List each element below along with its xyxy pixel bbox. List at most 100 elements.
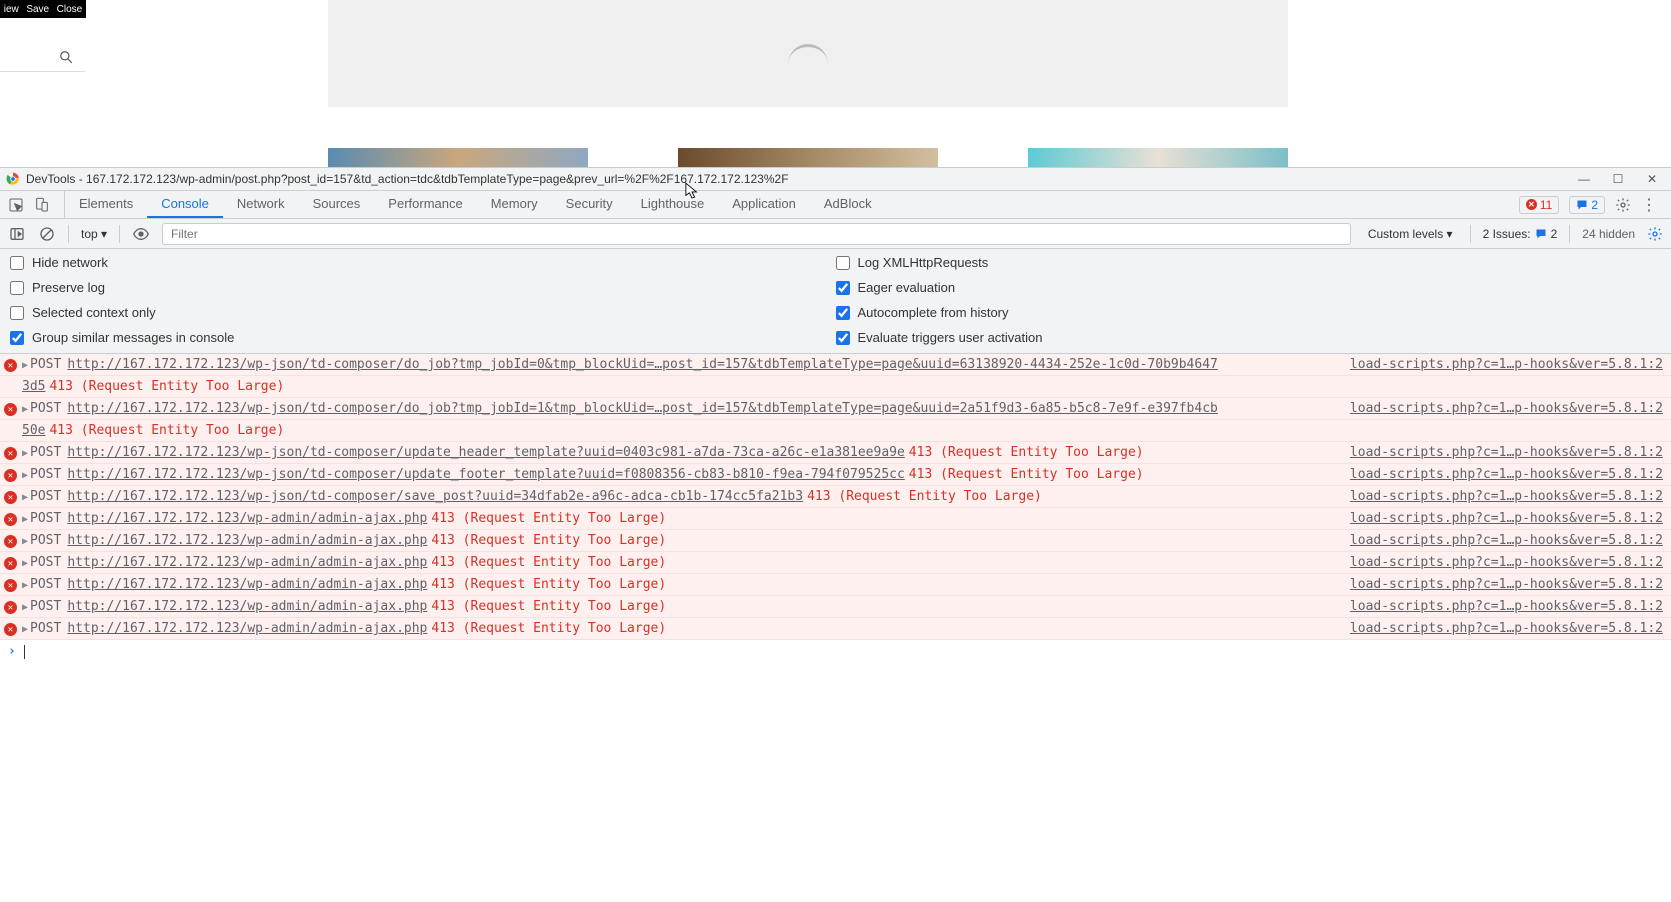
tab-sources[interactable]: Sources [299,191,375,218]
tab-memory[interactable]: Memory [477,191,552,218]
request-url[interactable]: 50e [22,423,45,438]
source-link[interactable]: load-scripts.php?c=1…p-hooks&ver=5.8.1:2 [1340,401,1663,416]
issue-count-badge[interactable]: 2 [1569,196,1605,214]
more-options-icon[interactable]: ⋮ [1641,195,1657,215]
option-checkbox[interactable] [10,306,24,320]
expand-icon[interactable]: ▶ [22,448,28,459]
request-url[interactable]: http://167.172.172.123/wp-json/td-compos… [67,401,1218,416]
option-checkbox[interactable] [10,256,24,270]
expand-icon[interactable]: ▶ [22,624,28,635]
source-link[interactable]: load-scripts.php?c=1…p-hooks&ver=5.8.1:2 [1340,357,1663,372]
editor-view-button[interactable]: iew [4,4,19,15]
source-link[interactable]: load-scripts.php?c=1…p-hooks&ver=5.8.1:2 [1340,445,1663,460]
expand-icon[interactable]: ▶ [22,360,28,371]
source-link[interactable]: load-scripts.php?c=1…p-hooks&ver=5.8.1:2 [1340,621,1663,636]
live-expression-icon[interactable] [132,225,150,243]
error-icon: ✕ [4,469,17,482]
option-hide-network[interactable]: Hide network [10,255,836,270]
tab-adblock[interactable]: AdBlock [810,191,886,218]
console-error-row[interactable]: ✕▶POSThttp://167.172.172.123/wp-admin/ad… [0,530,1671,552]
expand-icon[interactable]: ▶ [22,558,28,569]
log-levels-selector[interactable]: Custom levels ▾ [1363,224,1458,244]
tab-elements[interactable]: Elements [65,191,147,218]
request-url[interactable]: http://167.172.172.123/wp-admin/admin-aj… [67,533,427,548]
inspect-element-icon[interactable] [8,197,24,213]
console-error-row[interactable]: ✕▶POSThttp://167.172.172.123/wp-json/td-… [0,398,1671,420]
option-eager-evaluation[interactable]: Eager evaluation [836,280,1662,295]
option-preserve-log[interactable]: Preserve log [10,280,836,295]
execution-context-selector[interactable]: top ▾ [81,227,107,241]
request-url[interactable]: http://167.172.172.123/wp-admin/admin-aj… [67,621,427,636]
console-error-row[interactable]: ✕▶POSThttp://167.172.172.123/wp-admin/ad… [0,574,1671,596]
option-checkbox[interactable] [836,281,850,295]
console-error-row[interactable]: ✕▶POSThttp://167.172.172.123/wp-json/td-… [0,486,1671,508]
option-group-similar-messages-in-console[interactable]: Group similar messages in console [10,330,836,345]
console-settings-icon[interactable] [1647,226,1663,242]
console-error-row[interactable]: ✕▶POSThttp://167.172.172.123/wp-admin/ad… [0,618,1671,640]
request-url[interactable]: http://167.172.172.123/wp-json/td-compos… [67,467,904,482]
tab-network[interactable]: Network [223,191,299,218]
tab-application[interactable]: Application [718,191,810,218]
console-prompt[interactable]: › [0,640,1671,663]
console-error-row[interactable]: ✕▶POSThttp://167.172.172.123/wp-json/td-… [0,464,1671,486]
device-toolbar-icon[interactable] [34,197,50,213]
console-error-row[interactable]: ✕▶POSThttp://167.172.172.123/wp-json/td-… [0,354,1671,376]
request-url[interactable]: http://167.172.172.123/wp-admin/admin-aj… [67,577,427,592]
source-link[interactable]: load-scripts.php?c=1…p-hooks&ver=5.8.1:2 [1340,555,1663,570]
option-checkbox[interactable] [836,256,850,270]
expand-icon[interactable]: ▶ [22,602,28,613]
clear-console-icon[interactable] [38,225,56,243]
editor-save-button[interactable]: Save [26,4,49,15]
editor-close-button[interactable]: Close [57,4,83,15]
source-link[interactable]: load-scripts.php?c=1…p-hooks&ver=5.8.1:2 [1340,577,1663,592]
request-url[interactable]: http://167.172.172.123/wp-json/td-compos… [67,357,1218,372]
thumbnail[interactable] [328,148,588,167]
hidden-count[interactable]: 24 hidden [1582,227,1635,241]
source-link[interactable]: load-scripts.php?c=1…p-hooks&ver=5.8.1:2 [1340,511,1663,526]
search-icon [59,50,73,64]
expand-icon[interactable]: ▶ [22,514,28,525]
close-button[interactable]: ✕ [1645,172,1659,186]
request-url[interactable]: http://167.172.172.123/wp-admin/admin-aj… [67,511,427,526]
issues-indicator[interactable]: 2 Issues: 2 [1483,227,1558,241]
option-log-xmlhttprequests[interactable]: Log XMLHttpRequests [836,255,1662,270]
source-link[interactable]: load-scripts.php?c=1…p-hooks&ver=5.8.1:2 [1340,599,1663,614]
expand-icon[interactable]: ▶ [22,492,28,503]
expand-icon[interactable]: ▶ [22,404,28,415]
editor-search[interactable] [0,42,85,72]
option-evaluate-triggers-user-activation[interactable]: Evaluate triggers user activation [836,330,1662,345]
option-checkbox[interactable] [836,306,850,320]
tab-lighthouse[interactable]: Lighthouse [627,191,719,218]
filter-input[interactable] [162,223,1351,245]
minimize-button[interactable]: — [1577,172,1591,186]
request-url[interactable]: http://167.172.172.123/wp-json/td-compos… [67,489,803,504]
option-checkbox[interactable] [10,281,24,295]
option-checkbox[interactable] [836,331,850,345]
console-error-row[interactable]: ✕▶POSThttp://167.172.172.123/wp-admin/ad… [0,508,1671,530]
expand-icon[interactable]: ▶ [22,470,28,481]
option-selected-context-only[interactable]: Selected context only [10,305,836,320]
thumbnail[interactable] [678,148,938,167]
expand-icon[interactable]: ▶ [22,536,28,547]
console-error-row[interactable]: ✕▶POSThttp://167.172.172.123/wp-json/td-… [0,442,1671,464]
option-autocomplete-from-history[interactable]: Autocomplete from history [836,305,1662,320]
sidebar-toggle-icon[interactable] [8,225,26,243]
option-checkbox[interactable] [10,331,24,345]
error-count-badge[interactable]: ✕ 11 [1519,196,1559,214]
request-url[interactable]: http://167.172.172.123/wp-admin/admin-aj… [67,599,427,614]
expand-icon[interactable]: ▶ [22,580,28,591]
source-link[interactable]: load-scripts.php?c=1…p-hooks&ver=5.8.1:2 [1340,533,1663,548]
settings-icon[interactable] [1615,197,1631,213]
request-url[interactable]: 3d5 [22,379,45,394]
source-link[interactable]: load-scripts.php?c=1…p-hooks&ver=5.8.1:2 [1340,467,1663,482]
request-url[interactable]: http://167.172.172.123/wp-json/td-compos… [67,445,904,460]
console-error-row[interactable]: ✕▶POSThttp://167.172.172.123/wp-admin/ad… [0,552,1671,574]
tab-console[interactable]: Console [147,191,223,218]
console-error-row[interactable]: ✕▶POSThttp://167.172.172.123/wp-admin/ad… [0,596,1671,618]
tab-performance[interactable]: Performance [374,191,476,218]
tab-security[interactable]: Security [552,191,627,218]
request-url[interactable]: http://167.172.172.123/wp-admin/admin-aj… [67,555,427,570]
thumbnail[interactable] [1028,148,1288,167]
source-link[interactable]: load-scripts.php?c=1…p-hooks&ver=5.8.1:2 [1340,489,1663,504]
maximize-button[interactable]: ☐ [1611,172,1625,186]
